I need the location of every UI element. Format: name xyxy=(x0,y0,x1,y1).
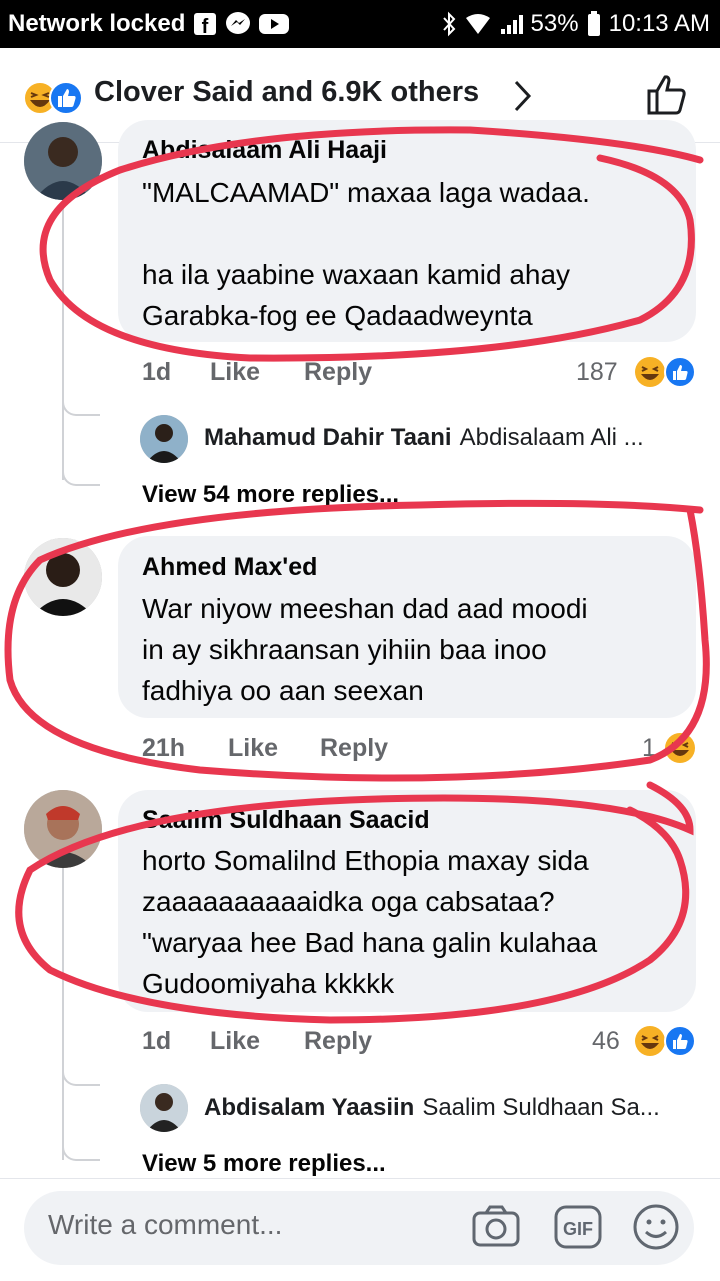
comment-input-placeholder: Write a comment... xyxy=(48,1209,283,1240)
reply-connector xyxy=(62,460,100,486)
battery-icon xyxy=(587,11,601,37)
reaction-count[interactable]: 187 xyxy=(576,358,618,387)
reaction-icons xyxy=(22,80,84,116)
wifi-icon xyxy=(465,13,491,35)
reply-link[interactable]: Reply xyxy=(320,734,388,763)
reaction-count[interactable]: 46 xyxy=(592,1027,620,1056)
reply-author[interactable]: Mahamud Dahir Taani xyxy=(204,424,452,452)
reply-link[interactable]: Reply xyxy=(304,1027,372,1056)
svg-text:GIF: GIF xyxy=(563,1219,593,1239)
emoji-icon[interactable] xyxy=(630,1201,682,1258)
reply-connector xyxy=(62,1060,100,1086)
avatar[interactable] xyxy=(24,122,102,200)
battery-percent: 53% xyxy=(530,10,579,37)
like-link[interactable]: Like xyxy=(228,734,278,763)
reply-author[interactable]: Abdisalam Yaasiin xyxy=(204,1094,414,1122)
comment-time[interactable]: 1d xyxy=(142,1027,171,1056)
camera-icon[interactable] xyxy=(470,1201,522,1258)
comment-text: "MALCAAMAD" maxaa laga wadaa. ha ila yaa… xyxy=(142,177,590,331)
gif-icon[interactable]: GIF xyxy=(552,1201,604,1258)
carrier-label: Network locked xyxy=(8,10,186,37)
comment-text: horto Somalilnd Ethopia maxay sida zaaaa… xyxy=(142,845,598,999)
clock: 10:13 AM xyxy=(608,10,710,37)
view-more-replies-link[interactable]: View 54 more replies... xyxy=(142,481,399,509)
avatar[interactable] xyxy=(140,415,188,463)
avatar[interactable] xyxy=(24,790,102,868)
status-bar: Network locked f 53% 10:13 AM xyxy=(0,0,720,48)
reaction-count[interactable]: 1 xyxy=(642,734,656,763)
reply-snippet: Abdisalaam Ali ... xyxy=(459,424,644,451)
haha-reaction-icon xyxy=(665,733,695,763)
comment-author[interactable]: Ahmed Max'ed xyxy=(142,553,317,582)
facebook-notification-icon: f xyxy=(193,12,217,36)
comment-time[interactable]: 21h xyxy=(142,734,185,763)
like-reaction-icon xyxy=(664,1025,696,1057)
youtube-notification-icon xyxy=(259,13,290,35)
messenger-notification-icon xyxy=(225,11,251,37)
like-button-icon[interactable] xyxy=(644,70,692,123)
comment-time[interactable]: 1d xyxy=(142,358,171,387)
like-reaction-icon xyxy=(49,81,83,115)
svg-text:f: f xyxy=(202,16,209,36)
comment-author[interactable]: Abdisalaam Ali Haaji xyxy=(142,136,387,165)
reply-preview[interactable]: Mahamud Dahir Taani Abdisalaam Ali ... xyxy=(204,424,644,452)
reply-preview[interactable]: Abdisalam Yaasiin Saalim Suldhaan Sa... xyxy=(204,1094,660,1122)
reply-connector xyxy=(62,1135,100,1161)
avatar[interactable] xyxy=(24,538,102,616)
reply-link[interactable]: Reply xyxy=(304,358,372,387)
view-more-replies-link[interactable]: View 5 more replies... xyxy=(142,1150,386,1178)
reply-snippet: Saalim Suldhaan Sa... xyxy=(422,1094,660,1121)
thread-line xyxy=(62,840,64,1160)
cell-signal-icon xyxy=(499,13,523,35)
comment-author[interactable]: Saalim Suldhaan Saacid xyxy=(142,806,430,835)
haha-reaction-icon xyxy=(635,1026,665,1056)
like-reaction-icon xyxy=(664,356,696,388)
comment-input[interactable]: Write a comment... GIF xyxy=(24,1191,694,1265)
comment-text: War niyow meeshan dad aad moodi in ay si… xyxy=(142,593,588,706)
reply-connector xyxy=(62,390,100,416)
bluetooth-icon xyxy=(441,11,457,37)
like-link[interactable]: Like xyxy=(210,1027,260,1056)
reactions-summary[interactable]: Clover Said and 6.9K others xyxy=(94,76,479,109)
like-link[interactable]: Like xyxy=(210,358,260,387)
avatar[interactable] xyxy=(140,1084,188,1132)
chevron-right-icon[interactable] xyxy=(512,78,534,119)
comment-composer: Write a comment... GIF xyxy=(0,1178,720,1281)
haha-reaction-icon xyxy=(635,357,665,387)
